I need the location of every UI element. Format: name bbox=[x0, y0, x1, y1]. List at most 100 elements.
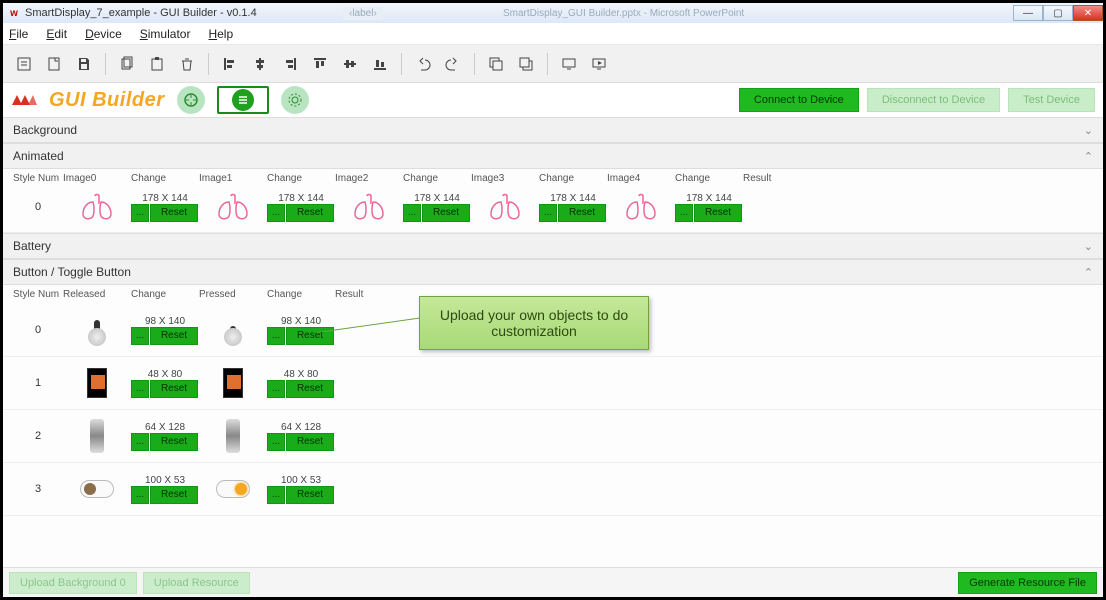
reset-button[interactable]: Reset bbox=[286, 433, 334, 451]
reset-button[interactable]: Reset bbox=[286, 486, 334, 504]
col-change: Change bbox=[267, 289, 335, 300]
reset-button[interactable]: Reset bbox=[558, 204, 606, 222]
new-icon[interactable] bbox=[11, 51, 37, 77]
align-top-icon[interactable] bbox=[307, 51, 333, 77]
dim-label: 100 X 53 bbox=[267, 475, 335, 486]
mode-design-button[interactable] bbox=[177, 86, 205, 114]
browse-button[interactable]: ... bbox=[267, 204, 285, 222]
toolbar bbox=[3, 45, 1103, 83]
connect-button[interactable]: Connect to Device bbox=[739, 88, 859, 112]
browse-button[interactable]: ... bbox=[131, 486, 149, 504]
col-stylenum: Style Num bbox=[13, 173, 63, 184]
reset-button[interactable]: Reset bbox=[150, 486, 198, 504]
reset-button[interactable]: Reset bbox=[150, 380, 198, 398]
upload-background-button: Upload Background 0 bbox=[9, 572, 137, 594]
callout-box: Upload your own objects to do customizat… bbox=[419, 296, 649, 350]
col-image2: Image2 bbox=[335, 173, 403, 184]
col-change: Change bbox=[131, 173, 199, 184]
browse-button[interactable]: ... bbox=[131, 380, 149, 398]
dim-label: 178 X 144 bbox=[675, 193, 743, 204]
browse-button[interactable]: ... bbox=[131, 433, 149, 451]
browse-button[interactable]: ... bbox=[267, 380, 285, 398]
menu-file[interactable]: File bbox=[9, 27, 28, 41]
monitor-play-icon[interactable] bbox=[586, 51, 612, 77]
col-image4: Image4 bbox=[607, 173, 675, 184]
layer-front-icon[interactable] bbox=[513, 51, 539, 77]
toolbar-sep bbox=[547, 53, 548, 75]
animated-headers: Style Num Image0 Change Image1 Change Im… bbox=[3, 169, 1103, 188]
reset-button[interactable]: Reset bbox=[150, 433, 198, 451]
section-title: Animated bbox=[13, 149, 64, 163]
app-window: w SmartDisplay_7_example - GUI Builder -… bbox=[0, 0, 1106, 600]
maximize-button[interactable]: ▢ bbox=[1043, 5, 1073, 21]
menu-edit[interactable]: Edit bbox=[46, 27, 67, 41]
col-image1: Image1 bbox=[199, 173, 267, 184]
reset-button[interactable]: Reset bbox=[286, 204, 334, 222]
reset-button[interactable]: Reset bbox=[150, 204, 198, 222]
app-icon: w bbox=[7, 6, 21, 20]
menu-help[interactable]: Help bbox=[208, 27, 233, 41]
browse-button[interactable]: ... bbox=[267, 433, 285, 451]
reset-button[interactable]: Reset bbox=[286, 380, 334, 398]
save-icon[interactable] bbox=[71, 51, 97, 77]
section-background[interactable]: Background ⌄ bbox=[3, 117, 1103, 143]
stylenum-cell: 2 bbox=[13, 430, 63, 442]
align-left-icon[interactable] bbox=[217, 51, 243, 77]
copy-icon[interactable] bbox=[114, 51, 140, 77]
reset-button[interactable]: Reset bbox=[422, 204, 470, 222]
image0-thumb bbox=[63, 192, 131, 222]
released-thumb bbox=[63, 310, 131, 350]
browse-button[interactable]: ... bbox=[675, 204, 693, 222]
released-thumb bbox=[63, 416, 131, 456]
reset-button[interactable]: Reset bbox=[150, 327, 198, 345]
dim-label: 100 X 53 bbox=[131, 475, 199, 486]
chevron-up-icon: ⌃ bbox=[1084, 266, 1093, 279]
browse-button[interactable]: ... bbox=[131, 204, 149, 222]
stylenum-cell: 3 bbox=[13, 483, 63, 495]
monitor-icon[interactable] bbox=[556, 51, 582, 77]
mode-list-button[interactable] bbox=[217, 86, 269, 114]
browse-button[interactable]: ... bbox=[403, 204, 421, 222]
section-title: Background bbox=[13, 123, 77, 137]
col-stylenum: Style Num bbox=[13, 289, 63, 300]
button-row-1: 1 48 X 80...Reset 48 X 80...Reset bbox=[3, 357, 1103, 410]
browse-button[interactable]: ... bbox=[539, 204, 557, 222]
generate-resource-button[interactable]: Generate Resource File bbox=[958, 572, 1097, 594]
window-title: SmartDisplay_7_example - GUI Builder - v… bbox=[25, 7, 257, 19]
browse-button[interactable]: ... bbox=[267, 486, 285, 504]
layer-back-icon[interactable] bbox=[483, 51, 509, 77]
section-battery[interactable]: Battery ⌄ bbox=[3, 233, 1103, 259]
content-scroll[interactable]: Background ⌄ Animated ⌃ Style Num Image0… bbox=[3, 117, 1103, 567]
reset-button[interactable]: Reset bbox=[286, 327, 334, 345]
align-vcenter-icon[interactable] bbox=[337, 51, 363, 77]
reset-button[interactable]: Reset bbox=[694, 204, 742, 222]
stylenum-cell: 1 bbox=[13, 377, 63, 389]
titlebar: w SmartDisplay_7_example - GUI Builder -… bbox=[3, 3, 1103, 23]
menu-device[interactable]: Device bbox=[85, 27, 122, 41]
browse-button[interactable]: ... bbox=[267, 327, 285, 345]
paste-icon[interactable] bbox=[144, 51, 170, 77]
pressed-thumb bbox=[199, 469, 267, 509]
align-bottom-icon[interactable] bbox=[367, 51, 393, 77]
align-right-icon[interactable] bbox=[277, 51, 303, 77]
image3-thumb bbox=[471, 192, 539, 222]
delete-icon[interactable] bbox=[174, 51, 200, 77]
section-button[interactable]: Button / Toggle Button ⌃ bbox=[3, 259, 1103, 285]
align-hcenter-icon[interactable] bbox=[247, 51, 273, 77]
menu-simulator[interactable]: Simulator bbox=[140, 27, 191, 41]
toolbar-sep bbox=[208, 53, 209, 75]
col-change: Change bbox=[131, 289, 199, 300]
open-icon[interactable] bbox=[41, 51, 67, 77]
mode-settings-button[interactable] bbox=[281, 86, 309, 114]
minimize-button[interactable]: — bbox=[1013, 5, 1043, 21]
dim-label: 178 X 144 bbox=[403, 193, 471, 204]
browse-button[interactable]: ... bbox=[131, 327, 149, 345]
col-change: Change bbox=[539, 173, 607, 184]
undo-icon[interactable] bbox=[410, 51, 436, 77]
dim-label: 48 X 80 bbox=[267, 369, 335, 380]
dim-label: 64 X 128 bbox=[267, 422, 335, 433]
chevron-down-icon: ⌄ bbox=[1084, 124, 1093, 137]
redo-icon[interactable] bbox=[440, 51, 466, 77]
close-button[interactable]: ✕ bbox=[1073, 5, 1103, 21]
section-animated[interactable]: Animated ⌃ bbox=[3, 143, 1103, 169]
